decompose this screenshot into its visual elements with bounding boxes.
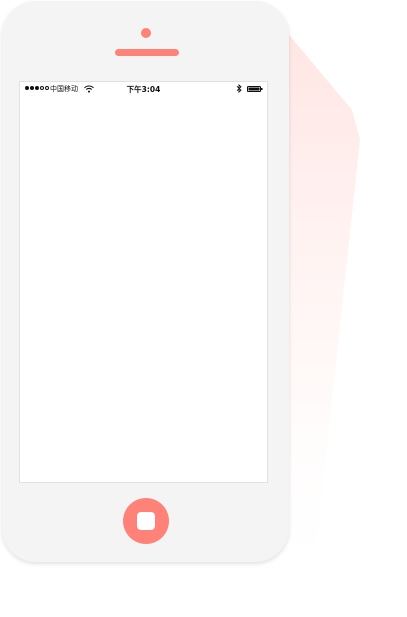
earpiece-speaker: [115, 49, 179, 56]
bluetooth-icon: [236, 84, 242, 93]
phone-mockup-canvas: 中国移动 下午3:04: [0, 0, 407, 617]
square-icon: [137, 512, 155, 530]
front-camera: [141, 28, 151, 38]
phone-screen: 中国移动 下午3:04: [19, 81, 268, 483]
status-bar: 中国移动 下午3:04: [20, 82, 267, 98]
status-time: 下午3:04: [126, 85, 161, 94]
phone-body: 中国移动 下午3:04: [2, 1, 289, 562]
battery-icon: [247, 86, 263, 92]
home-button[interactable]: [123, 498, 169, 544]
